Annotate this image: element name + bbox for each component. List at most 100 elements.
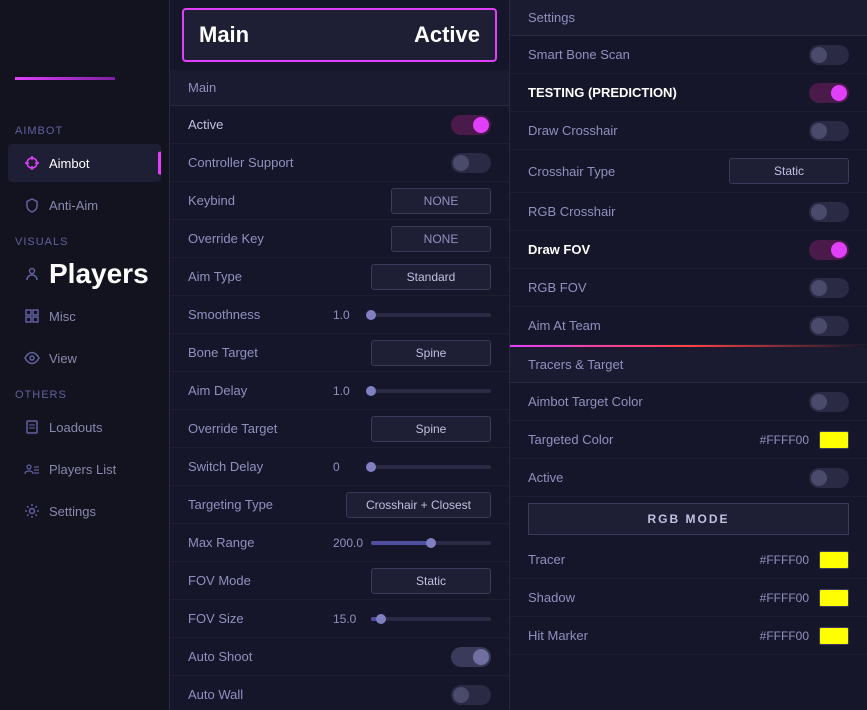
- tracer-color-swatch[interactable]: [819, 551, 849, 569]
- toggle-auto-shoot[interactable]: [451, 647, 491, 667]
- max-range-slider-container: 200.0: [333, 536, 491, 550]
- shadow-color-swatch[interactable]: [819, 589, 849, 607]
- crosshair-type-dropdown[interactable]: Static: [729, 158, 849, 184]
- fov-size-track[interactable]: [371, 617, 491, 621]
- toggle-controller-support[interactable]: [451, 153, 491, 173]
- label-targeting-type: Targeting Type: [188, 497, 273, 512]
- grid-icon: [23, 307, 41, 325]
- toggle-active[interactable]: [451, 115, 491, 135]
- sidebar-item-view-label: View: [49, 351, 77, 366]
- label-bone-target: Bone Target: [188, 345, 258, 360]
- toggle-rgb-crosshair[interactable]: [809, 202, 849, 222]
- sidebar-item-anti-aim-label: Anti-Aim: [49, 198, 98, 213]
- row-crosshair-type: Crosshair Type Static: [510, 150, 867, 193]
- person-list-icon: [23, 460, 41, 478]
- sidebar-item-anti-aim[interactable]: Anti-Aim: [8, 186, 161, 224]
- tracer-color-value: #FFFF00: [760, 553, 809, 567]
- fov-size-value: 15.0: [333, 612, 363, 626]
- label-switch-delay: Switch Delay: [188, 459, 263, 474]
- toggle-draw-crosshair[interactable]: [809, 121, 849, 141]
- rgb-mode-row: RGB MODE: [510, 497, 867, 541]
- row-switch-delay: Switch Delay 0: [170, 448, 509, 486]
- row-fov-size: FOV Size 15.0: [170, 600, 509, 638]
- label-auto-wall: Auto Wall: [188, 687, 243, 702]
- toggle-auto-wall[interactable]: [451, 685, 491, 705]
- toggle-rgb-fov[interactable]: [809, 278, 849, 298]
- sidebar-item-view[interactable]: View: [8, 339, 161, 377]
- smoothness-track[interactable]: [371, 313, 491, 317]
- label-hit-marker: Hit Marker: [528, 628, 588, 643]
- label-active2: Active: [528, 470, 563, 485]
- shield-icon: [23, 196, 41, 214]
- label-tracer: Tracer: [528, 552, 565, 567]
- sidebar-item-players-list-label: Players List: [49, 462, 116, 477]
- toggle-draw-fov[interactable]: [809, 240, 849, 260]
- toggle-testing-prediction[interactable]: [809, 83, 849, 103]
- keybind-button[interactable]: NONE: [391, 188, 491, 214]
- gear-icon: [23, 502, 41, 520]
- sidebar-item-players[interactable]: Players: [8, 255, 161, 293]
- toggle-active2[interactable]: [809, 468, 849, 488]
- hit-marker-color-swatch[interactable]: [819, 627, 849, 645]
- fov-mode-dropdown[interactable]: Static: [371, 568, 491, 594]
- sidebar-logo-bar: [15, 77, 115, 80]
- eye-icon: [23, 349, 41, 367]
- sidebar-item-loadouts[interactable]: Loadouts: [8, 408, 161, 446]
- right-panel: Settings Smart Bone Scan TESTING (PREDIC…: [510, 0, 867, 710]
- shadow-color-value: #FFFF00: [760, 591, 809, 605]
- bone-target-dropdown[interactable]: Spine: [371, 340, 491, 366]
- row-fov-mode: FOV Mode Static: [170, 562, 509, 600]
- label-aim-delay: Aim Delay: [188, 383, 247, 398]
- label-crosshair-type: Crosshair Type: [528, 164, 615, 179]
- row-tracer: Tracer #FFFF00: [510, 541, 867, 579]
- max-range-value: 200.0: [333, 536, 363, 550]
- sidebar-item-players-list[interactable]: Players List: [8, 450, 161, 488]
- row-shadow: Shadow #FFFF00: [510, 579, 867, 617]
- header-section: Main: [199, 22, 249, 48]
- sidebar-item-settings[interactable]: Settings: [8, 492, 161, 530]
- label-rgb-fov: RGB FOV: [528, 280, 587, 295]
- sidebar-section-aimbot: Aimbot: [0, 115, 169, 142]
- label-draw-fov: Draw FOV: [528, 242, 590, 257]
- rgb-mode-button[interactable]: RGB MODE: [528, 503, 849, 535]
- left-panel-header: Main: [170, 70, 509, 106]
- switch-delay-value: 0: [333, 460, 363, 474]
- label-smart-bone-scan: Smart Bone Scan: [528, 47, 630, 62]
- sidebar-item-settings-label: Settings: [49, 504, 96, 519]
- sidebar-item-aimbot[interactable]: Aimbot: [8, 144, 161, 182]
- toggle-aim-at-team[interactable]: [809, 316, 849, 336]
- row-smoothness: Smoothness 1.0: [170, 296, 509, 334]
- row-targeting-type: Targeting Type Crosshair + Closest: [170, 486, 509, 524]
- row-keybind: Keybind NONE: [170, 182, 509, 220]
- row-auto-shoot: Auto Shoot: [170, 638, 509, 676]
- override-key-button[interactable]: NONE: [391, 226, 491, 252]
- row-active2: Active: [510, 459, 867, 497]
- targeted-color-swatch[interactable]: [819, 431, 849, 449]
- label-active: Active: [188, 117, 223, 132]
- row-aimbot-target-color: Aimbot Target Color: [510, 383, 867, 421]
- toggle-smart-bone-scan[interactable]: [809, 45, 849, 65]
- sidebar-item-loadouts-label: Loadouts: [49, 420, 103, 435]
- right-settings-section: Settings Smart Bone Scan TESTING (PREDIC…: [510, 0, 867, 345]
- sidebar-item-misc[interactable]: Misc: [8, 297, 161, 335]
- switch-delay-track[interactable]: [371, 465, 491, 469]
- row-rgb-crosshair: RGB Crosshair: [510, 193, 867, 231]
- sidebar: Aimbot Aimbot Anti-Aim Visuals: [0, 0, 170, 710]
- aim-delay-track[interactable]: [371, 389, 491, 393]
- aim-type-dropdown[interactable]: Standard: [371, 264, 491, 290]
- override-target-dropdown[interactable]: Spine: [371, 416, 491, 442]
- row-max-range: Max Range 200.0: [170, 524, 509, 562]
- label-targeted-color: Targeted Color: [528, 432, 613, 447]
- sidebar-section-visuals: Visuals: [0, 226, 169, 253]
- max-range-track[interactable]: [371, 541, 491, 545]
- toggle-aimbot-target-color[interactable]: [809, 392, 849, 412]
- right-panel-header2: Tracers & Target: [510, 347, 867, 383]
- targeting-type-dropdown[interactable]: Crosshair + Closest: [346, 492, 491, 518]
- sidebar-item-misc-label: Misc: [49, 309, 76, 324]
- row-aim-delay: Aim Delay 1.0: [170, 372, 509, 410]
- smoothness-value: 1.0: [333, 308, 363, 322]
- label-fov-mode: FOV Mode: [188, 573, 251, 588]
- person-icon: [23, 265, 41, 283]
- row-override-target: Override Target Spine: [170, 410, 509, 448]
- main-content: Main Active Main Active Controller Suppo…: [170, 0, 867, 710]
